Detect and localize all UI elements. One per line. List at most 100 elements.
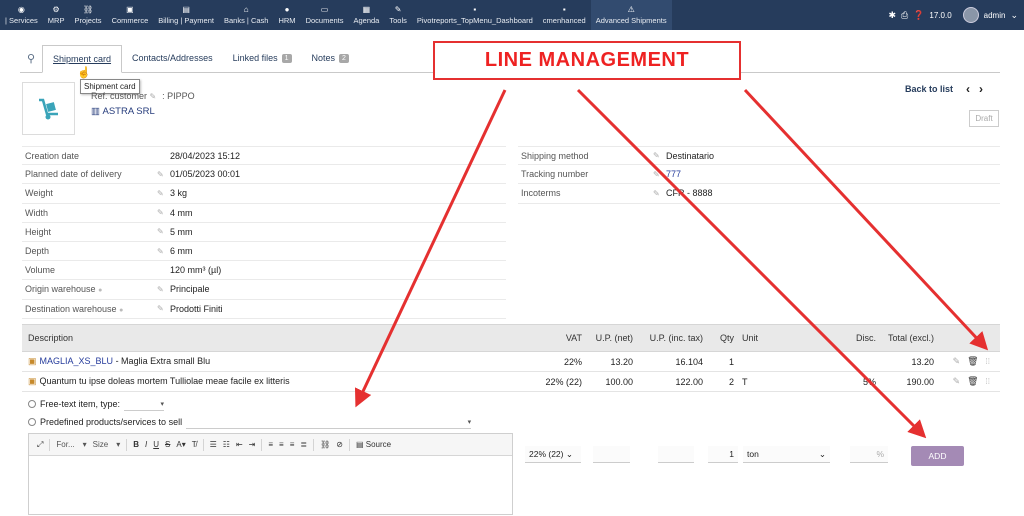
field-row: Depth ✎ 6 mm [22,242,506,262]
commerce-icon: ▣ [126,5,134,14]
nav-hrm[interactable]: ● HRM [273,0,300,30]
tab-contacts[interactable]: Contacts/Addresses [122,44,223,72]
ref-customer-label: Ref. customer [91,91,148,101]
services-icon: ◉ [17,5,25,14]
print-icon[interactable]: ⎙ [901,10,908,21]
predefined-option[interactable]: Predefined products/services to sell ▾ [28,413,472,431]
delete-line-icon[interactable]: 🗑 [967,376,978,387]
field-row: Volume 120 mm³ (µl) [22,261,506,281]
ref-customer-row: Ref. customer ✎ : PIPPO [91,89,195,104]
edit-pencil-icon[interactable]: ✎ [157,208,167,217]
discount-input[interactable]: % [850,446,888,463]
field-row: Tracking number ✎ 777 [518,165,1000,185]
nav-projects[interactable]: ⛓ Projects [69,0,106,30]
annotation-label: LINE MANAGEMENT [433,41,741,80]
shipment-thumbnail [22,82,75,135]
nav-bank[interactable]: ⌂ Banks | Cash [219,0,273,30]
back-to-list-link[interactable]: Back to list [905,84,953,94]
ref-customer-value: : PIPPO [162,91,195,101]
edit-ref-icon[interactable]: ✎ [150,90,160,104]
tools-icon: ✎ [394,5,402,14]
bug-icon[interactable]: ✱ [888,10,896,21]
field-row: Incoterms ✎ CFR - 8888 [518,184,1000,204]
qty-input[interactable]: 1 [708,446,738,463]
field-row: Weight ✎ 3 kg [22,184,506,204]
thirdparty-link[interactable]: ASTRA SRL [103,106,155,117]
nav-advanced-shipments[interactable]: ⚠ Advanced Shipments [590,0,672,30]
agenda-icon: ▦ [362,5,371,14]
bank-icon: ⌂ [243,5,249,14]
free-text-option[interactable]: Free-text item, type: ▾ [28,395,471,413]
add-line-inputs: 22% (22) ⌄ 1 ton ⌄ % [0,446,1024,464]
nav-pivotreports[interactable]: ▪ Pivotreports_TopMenu_Dashboard [412,0,538,30]
tab-linked-files[interactable]: Linked files 1 [223,44,302,72]
edit-pencil-icon[interactable]: ✎ [157,304,167,313]
field-row: Planned date of delivery ✎ 01/05/2023 00:0… [22,165,506,185]
fields-right: Shipping method ✎ Destinatario Tracking nu… [518,146,1000,204]
mrp-icon: ⚙ [52,5,60,14]
chevron-down-icon: ⌄ [818,448,826,459]
shipments-icon: ⚠ [627,5,635,14]
edit-pencil-icon[interactable]: ✎ [157,189,167,198]
nav-agenda[interactable]: ▦ Agenda [349,0,385,30]
edit-pencil-icon[interactable]: ✎ [157,247,167,256]
edit-line-icon[interactable]: ✎ [953,376,961,387]
version-label: 17.0.0 [929,10,952,20]
price-tax-input[interactable] [658,446,694,463]
top-menu: ◉ | Services ⚙ MRP ⛓ Projects ▣ Commerce ▤ Bi… [0,0,1024,30]
dolly-icon [38,98,58,119]
edit-pencil-icon[interactable]: ✎ [653,170,663,179]
chevron-down-icon[interactable]: ⌄ [1010,10,1018,21]
nav-tools[interactable]: ✎ Tools [384,0,412,30]
arrow-to-line-actions [743,88,989,351]
type-select[interactable]: ▾ [124,398,165,411]
user-name[interactable]: admin [984,11,1006,20]
company-icon: ▥ [91,106,100,117]
edit-pencil-icon[interactable]: ✎ [157,285,167,294]
product-icon: ▣ [28,356,37,366]
nav-cmenhanced[interactable]: ▪ cmenhanced [538,0,591,30]
field-row: Width ✎ 4 mm [22,204,506,223]
field-row: Shipping method ✎ Destinatario [518,146,1000,166]
table-row: ▣ Quantum tu ipse doleas mortem Tulliolae… [22,372,1000,392]
linked-files-count: 1 [281,53,292,63]
nav-mrp[interactable]: ⚙ MRP [43,0,70,30]
edit-pencil-icon[interactable]: ✎ [157,170,167,179]
product-link[interactable]: MAGLIA_XS_BLU [40,356,114,366]
hrm-icon: ● [284,5,290,14]
delete-line-icon[interactable]: 🗑 [967,356,978,367]
product-select[interactable]: ▾ [186,416,472,429]
nav-commerce[interactable]: ▣ Commerce [107,0,154,30]
notes-count: 2 [339,53,349,63]
unit-select[interactable]: ton ⌄ [743,446,830,463]
predefined-radio[interactable] [28,418,36,426]
tracking-link[interactable]: 777 [666,169,681,179]
billing-icon: ▤ [182,5,190,14]
help-icon[interactable]: ❓ [913,10,924,21]
shipment-ref-block: Ref. customer ✎ : PIPPO ▥ ASTRA SRL [91,89,195,119]
nav-services[interactable]: ◉ | Services [0,0,43,30]
projects-icon: ⛓ [82,5,94,14]
next-record-icon[interactable]: › [979,82,992,96]
help-icon: ● [98,287,103,295]
add-line-button[interactable]: ADD [911,446,964,466]
edit-line-icon[interactable]: ✎ [953,356,961,367]
price-net-input[interactable] [593,446,630,463]
field-row: Creation date 28/04/2023 15:12 [22,146,506,166]
vat-select[interactable]: 22% (22) ⌄ [525,446,581,463]
free-text-radio[interactable] [28,400,36,408]
edit-pencil-icon[interactable]: ✎ [157,227,167,236]
drag-handle-icon[interactable]: ⁞⁞ [986,377,990,386]
edit-pencil-icon[interactable]: ✎ [653,151,663,160]
nav-documents[interactable]: ▭ Documents [301,0,349,30]
thirdparty-row[interactable]: ▥ ASTRA SRL [91,104,195,119]
avatar[interactable] [962,7,979,23]
nav-billing[interactable]: ▤ Billing | Payment [153,0,219,30]
drag-handle-icon[interactable]: ⁞⁞ [986,357,990,366]
product-icon: ▣ [28,376,37,386]
edit-pencil-icon[interactable]: ✎ [653,189,663,198]
tab-notes[interactable]: Notes 2 [302,44,359,72]
status-badge: Draft [969,110,999,127]
prev-record-icon[interactable]: ‹ [966,82,979,96]
record-nav: ‹› [966,82,992,96]
